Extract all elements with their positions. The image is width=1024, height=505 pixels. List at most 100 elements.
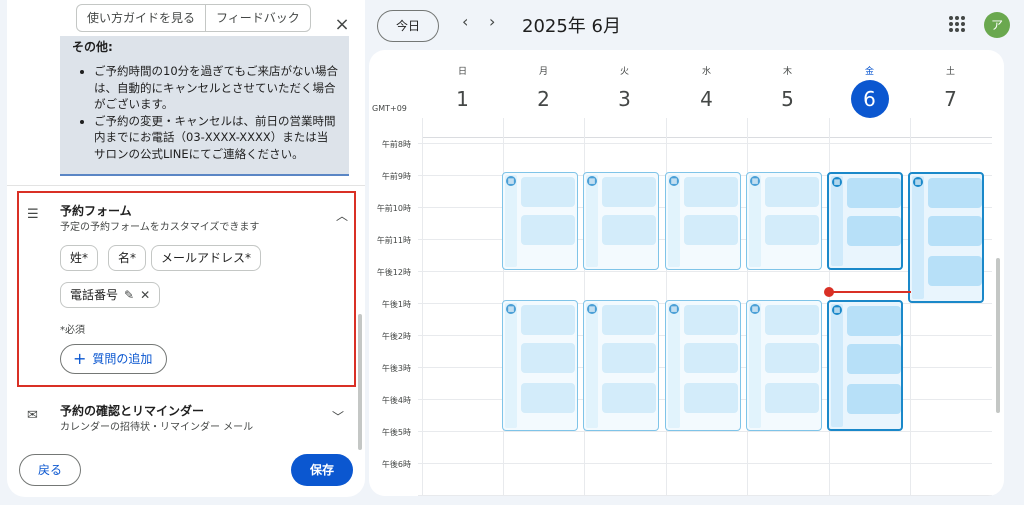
day-header-thu[interactable]: 木 5 — [747, 50, 828, 130]
chevron-right-icon[interactable]: › — [489, 12, 495, 31]
other-notes-title: その他: — [72, 40, 113, 54]
day-number[interactable]: 4 — [688, 80, 726, 118]
mail-icon: ✉ — [27, 408, 38, 423]
day-header-mon[interactable]: 月 2 — [503, 50, 584, 130]
hour-line — [418, 463, 992, 464]
today-button[interactable]: 今日 — [377, 10, 439, 42]
close-icon[interactable]: ✕ — [140, 288, 150, 302]
list-icon: ☰ — [27, 207, 39, 222]
day-number[interactable]: 2 — [525, 80, 563, 118]
time-label: 午後1時 — [381, 300, 411, 309]
appointment-slot[interactable]: ▦ — [502, 300, 578, 431]
calendar-icon: ▦ — [669, 304, 679, 314]
time-label: 午前11時 — [376, 236, 411, 245]
day-header-tue[interactable]: 火 3 — [584, 50, 665, 130]
confirmation-reminder-subtitle: カレンダーの招待状・リマインダー メール — [60, 422, 254, 433]
time-label: 午後3時 — [381, 364, 411, 373]
add-question-button[interactable]: + 質問の追加 — [60, 344, 168, 374]
appointment-slot[interactable]: ▦ — [583, 172, 659, 270]
calendar-icon: ▦ — [506, 304, 516, 314]
day-number[interactable]: 6 — [850, 80, 889, 118]
day-number[interactable]: 1 — [444, 80, 482, 118]
day-header-fri[interactable]: 金 6 — [829, 50, 910, 130]
day-of-week: 金 — [864, 67, 874, 77]
day-number[interactable]: 7 — [932, 80, 970, 118]
all-day-divider — [422, 137, 992, 138]
calendar-icon: ▦ — [832, 177, 842, 187]
guide-feedback-group: 使い方ガイドを見る フィードバック — [76, 4, 311, 32]
appointment-slot[interactable]: ▦ — [827, 172, 903, 270]
plus-icon: + — [73, 349, 87, 368]
panel-scrollbar[interactable] — [358, 314, 362, 450]
day-of-week: 日 — [457, 67, 467, 77]
chevron-down-icon[interactable]: ﹀ — [332, 408, 344, 425]
day-of-week: 水 — [701, 67, 711, 77]
appointment-slot[interactable]: ▦ — [827, 300, 903, 431]
field-chip-first-name[interactable]: 名* — [108, 245, 147, 271]
day-header-sat[interactable]: 土 7 — [910, 50, 991, 130]
confirmation-reminder-title[interactable]: 予約の確認とリマインダー — [60, 402, 204, 419]
calendar-scrollbar[interactable] — [996, 258, 1000, 413]
field-chip-phone[interactable]: 電話番号 ✎ ✕ — [60, 282, 161, 308]
appointment-slot[interactable]: ▦ — [746, 300, 822, 431]
appointment-slot[interactable]: ▦ — [502, 172, 578, 270]
pencil-icon[interactable]: ✎ — [124, 288, 134, 302]
feedback-button[interactable]: フィードバック — [205, 5, 310, 31]
required-note: *必須 — [60, 325, 85, 336]
calendar-icon: ▦ — [750, 304, 760, 314]
note-item: ご予約の変更・キャンセルは、前日の営業時間内までにお電話（03-XXXX-XXX… — [94, 113, 339, 163]
calendar-icon: ▦ — [750, 176, 760, 186]
day-header-wed[interactable]: 水 4 — [666, 50, 747, 130]
appointment-slot[interactable]: ▦ — [665, 300, 741, 431]
divider — [7, 185, 365, 186]
save-button[interactable]: 保存 — [291, 454, 353, 486]
appointment-slot[interactable]: ▦ — [665, 172, 741, 270]
booking-form-section: ☰ 予約フォーム 予定の予約フォームをカスタマイズできます ︿ 姓* 名* メー… — [17, 191, 356, 387]
hour-line — [418, 495, 992, 496]
appointment-slot[interactable]: ▦ — [908, 172, 984, 303]
month-title: 2025年 6月 — [522, 16, 621, 37]
day-number[interactable]: 3 — [606, 80, 644, 118]
time-label: 午前10時 — [376, 204, 411, 213]
time-label: 午前9時 — [381, 172, 411, 181]
other-notes-list: ご予約時間の10分を過ぎてもご来店がない場合は、自動的にキャンセルとさせていただ… — [72, 63, 339, 162]
day-of-week: 火 — [619, 67, 629, 77]
apps-grid-icon[interactable] — [949, 16, 965, 32]
booking-form-subtitle: 予定の予約フォームをカスタマイズできます — [60, 222, 260, 233]
avatar[interactable]: ア — [984, 12, 1010, 38]
back-button[interactable]: 戻る — [19, 454, 81, 486]
day-of-week: 月 — [538, 67, 548, 77]
time-label: 午後2時 — [381, 332, 411, 341]
calendar-icon: ▦ — [587, 176, 597, 186]
calendar-icon: ▦ — [913, 177, 923, 187]
appointment-slot[interactable]: ▦ — [746, 172, 822, 270]
chevron-left-icon[interactable]: ‹ — [462, 12, 468, 31]
phone-field-label: 電話番号 — [70, 288, 119, 302]
hour-line — [418, 143, 992, 144]
appointment-slot[interactable]: ▦ — [583, 300, 659, 431]
day-number[interactable]: 5 — [769, 80, 807, 118]
calendar-icon: ▦ — [506, 176, 516, 186]
day-header-sun[interactable]: 日 1 — [422, 50, 503, 130]
day-of-week: 土 — [945, 67, 955, 77]
field-chip-last-name[interactable]: 姓* — [60, 245, 99, 271]
chevron-up-icon[interactable]: ︿ — [336, 207, 348, 224]
note-item: ご予約時間の10分を過ぎてもご来店がない場合は、自動的にキャンセルとさせていただ… — [94, 63, 339, 113]
guide-button[interactable]: 使い方ガイドを見る — [77, 5, 205, 31]
time-label: 午前8時 — [381, 140, 411, 149]
calendar-icon: ▦ — [669, 176, 679, 186]
booking-settings-panel: 使い方ガイドを見る フィードバック × その他: ご予約時間の10分を過ぎてもご… — [7, 0, 365, 497]
hour-line — [418, 431, 992, 432]
add-question-label: 質問の追加 — [92, 352, 153, 366]
current-time-dot — [824, 287, 834, 297]
close-icon[interactable]: × — [331, 14, 353, 36]
hour-line — [418, 271, 992, 272]
time-label: 午後12時 — [376, 268, 411, 277]
field-chip-email[interactable]: メールアドレス* — [151, 245, 262, 271]
time-label: 午後6時 — [381, 460, 411, 469]
other-notes-field[interactable]: その他: ご予約時間の10分を過ぎてもご来店がない場合は、自動的にキャンセルとさ… — [60, 36, 349, 176]
booking-form-title[interactable]: 予約フォーム — [60, 202, 132, 219]
calendar-icon: ▦ — [587, 304, 597, 314]
timezone-label: GMT+09 — [372, 104, 407, 113]
week-calendar: 日 1 月 2 火 3 水 4 木 5 金 6 土 7 GMT+09 午前8時 — [369, 50, 1004, 496]
